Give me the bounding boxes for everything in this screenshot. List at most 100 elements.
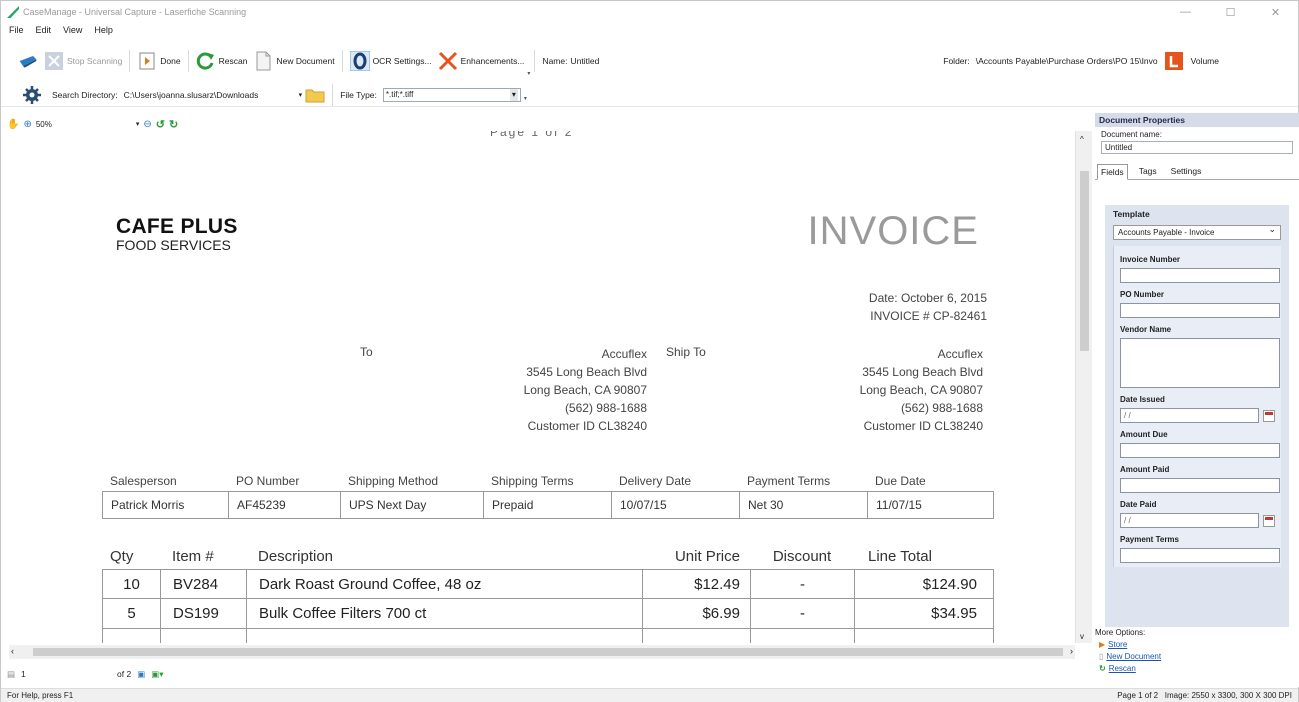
calendar-icon[interactable]	[1263, 409, 1275, 422]
column-header: Qty	[110, 547, 134, 565]
volume-button[interactable]: Volume	[1161, 48, 1222, 74]
table-cell: Bulk Coffee Filters 700 ct	[247, 599, 643, 628]
table-cell: -	[751, 570, 855, 598]
chevron-down-icon[interactable]: ▾	[136, 120, 140, 128]
field-label: Date Paid	[1120, 500, 1157, 509]
store-icon: ▶	[1099, 640, 1106, 649]
table-cell: $34.95	[931, 605, 977, 622]
search-directory-value[interactable]: C:\Users\joanna.slusarz\Downloads	[124, 90, 296, 100]
done-icon	[139, 52, 155, 70]
file-type-group: File Type: *.tif;*.tiff ▾	[337, 82, 524, 108]
zoom-out-icon[interactable]: ⊖	[143, 119, 151, 130]
tab-settings[interactable]: Settings	[1168, 164, 1205, 179]
minimize-button[interactable]: —	[1163, 1, 1208, 23]
vertical-scrollbar[interactable]: ^ v	[1075, 131, 1092, 643]
new-document-link[interactable]: New Document	[1106, 651, 1161, 663]
bill-to-customer-id: Customer ID CL38240	[527, 419, 647, 433]
document-name-display: Name: Untitled	[539, 48, 602, 74]
table-cell: BV284	[161, 570, 247, 598]
chevron-down-icon[interactable]: v	[1080, 632, 1084, 641]
done-button[interactable]: Done	[134, 48, 183, 74]
tab-tags[interactable]: Tags	[1136, 164, 1160, 179]
document-name-input[interactable]: Untitled	[1101, 141, 1293, 154]
menu-edit[interactable]: Edit	[36, 25, 52, 39]
invoice-date: Date: October 6, 2015	[868, 291, 987, 305]
date-paid-field[interactable]: / /	[1120, 513, 1260, 528]
more-options: More Options: ▶ Store ▯ New Document ↻ Resc…	[1095, 627, 1195, 675]
chevron-left-icon[interactable]: ‹	[11, 646, 14, 656]
date-issued-field[interactable]: / /	[1120, 408, 1260, 423]
column-header: Shipping Terms	[491, 474, 574, 488]
company-subtitle: FOOD SERVICES	[116, 237, 231, 253]
chevron-up-icon[interactable]: ^	[1080, 135, 1084, 144]
tab-fields[interactable]: Fields	[1097, 164, 1128, 180]
calendar-icon[interactable]	[1263, 514, 1275, 527]
table-cell: $6.99	[643, 599, 751, 628]
document-properties-pane: Document Properties Document name: Untit…	[1095, 113, 1299, 687]
template-select[interactable]: Accounts Payable - Invoice	[1113, 223, 1281, 240]
vendor-name-field[interactable]	[1120, 338, 1280, 388]
rescan-link[interactable]: Rescan	[1109, 663, 1136, 675]
chevron-down-icon[interactable]: ▾	[299, 91, 303, 99]
menu-file[interactable]: File	[9, 25, 24, 39]
column-header: Line Total	[868, 547, 932, 565]
payment-terms-field[interactable]	[1120, 548, 1280, 563]
zoom-level[interactable]: 50%	[36, 120, 132, 129]
folder-display[interactable]: Folder: \Accounts Payable\Purchase Order…	[940, 48, 1160, 74]
horizontal-scrollbar[interactable]: ‹ ›	[9, 645, 1075, 659]
next-page-icon[interactable]: ▣	[137, 669, 145, 680]
pan-hand-icon[interactable]: ✋	[7, 119, 19, 130]
toolbar-overflow-icon[interactable]: ▾	[524, 95, 527, 102]
user-icon[interactable]: ▣▾	[151, 669, 163, 680]
table-cell: Dark Roast Ground Coffee, 48 oz	[247, 570, 643, 598]
ship-to-address: Accuflex 3545 Long Beach Blvd Long Beach…	[811, 345, 983, 435]
new-document-button[interactable]: New Document	[250, 48, 337, 74]
maximize-button[interactable]: ☐	[1208, 1, 1253, 23]
page-icon: ▤	[7, 668, 16, 679]
refresh-icon	[196, 52, 214, 70]
table-cell: Prepaid	[484, 492, 612, 518]
scrollbar-thumb[interactable]	[33, 648, 1063, 656]
invoice-number-field[interactable]	[1120, 268, 1280, 283]
new-document-label: New Document	[276, 56, 335, 66]
settings-button[interactable]	[19, 82, 45, 108]
table-cell: Patrick Morris	[103, 492, 229, 518]
file-type-select[interactable]: *.tif;*.tiff ▾	[382, 87, 521, 102]
toolbar-overflow-icon[interactable]: ▾	[527, 70, 530, 77]
field-label: Payment Terms	[1120, 535, 1179, 544]
rotate-right-icon[interactable]: ↻	[169, 118, 178, 131]
field-label: PO Number	[1120, 290, 1165, 299]
enhancements-button[interactable]: Enhancements...	[435, 48, 528, 74]
ocr-icon	[349, 51, 370, 71]
order-info-header: Salesperson PO Number Shipping Method Sh…	[102, 471, 994, 491]
field-label: Date Issued	[1120, 395, 1165, 404]
po-number-field[interactable]	[1120, 303, 1280, 318]
file-type-value: *.tif;*.tiff	[385, 89, 414, 99]
amount-due-field[interactable]	[1120, 443, 1280, 458]
menu-help[interactable]: Help	[94, 25, 113, 39]
ocr-settings-button[interactable]: OCR Settings...	[347, 48, 435, 74]
stop-scanning-button[interactable]: Stop Scanning	[41, 48, 125, 74]
toolbar-divider	[534, 50, 536, 72]
rescan-label: Rescan	[218, 56, 248, 66]
folder-icon[interactable]	[305, 87, 325, 103]
menu-view[interactable]: View	[63, 25, 82, 39]
rotate-left-icon[interactable]: ↺	[156, 118, 165, 131]
page-number-input[interactable]: 1	[21, 669, 111, 679]
table-cell: 10/07/15	[612, 492, 740, 518]
ship-to-city: Long Beach, CA 90807	[859, 383, 983, 397]
amount-paid-field[interactable]	[1120, 478, 1280, 493]
table-row: 5 DS199 Bulk Coffee Filters 700 ct $6.99…	[102, 599, 994, 629]
chevron-right-icon[interactable]: ›	[1070, 646, 1073, 656]
scan-button[interactable]	[15, 48, 41, 74]
store-link[interactable]: Store	[1108, 639, 1127, 651]
scrollbar-thumb[interactable]	[1080, 171, 1089, 351]
toolbar-divider	[187, 50, 189, 72]
column-header: Item #	[172, 547, 214, 565]
zoom-in-icon[interactable]: ⊕	[23, 119, 31, 130]
file-type-label: File Type:	[340, 89, 377, 100]
bill-to-street: 3545 Long Beach Blvd	[526, 365, 647, 379]
document-viewer[interactable]: Page 1 of 2 CAFE PLUS FOOD SERVICES INVO…	[9, 131, 1075, 643]
rescan-button[interactable]: Rescan	[193, 48, 251, 74]
close-button[interactable]: ✕	[1253, 1, 1298, 23]
